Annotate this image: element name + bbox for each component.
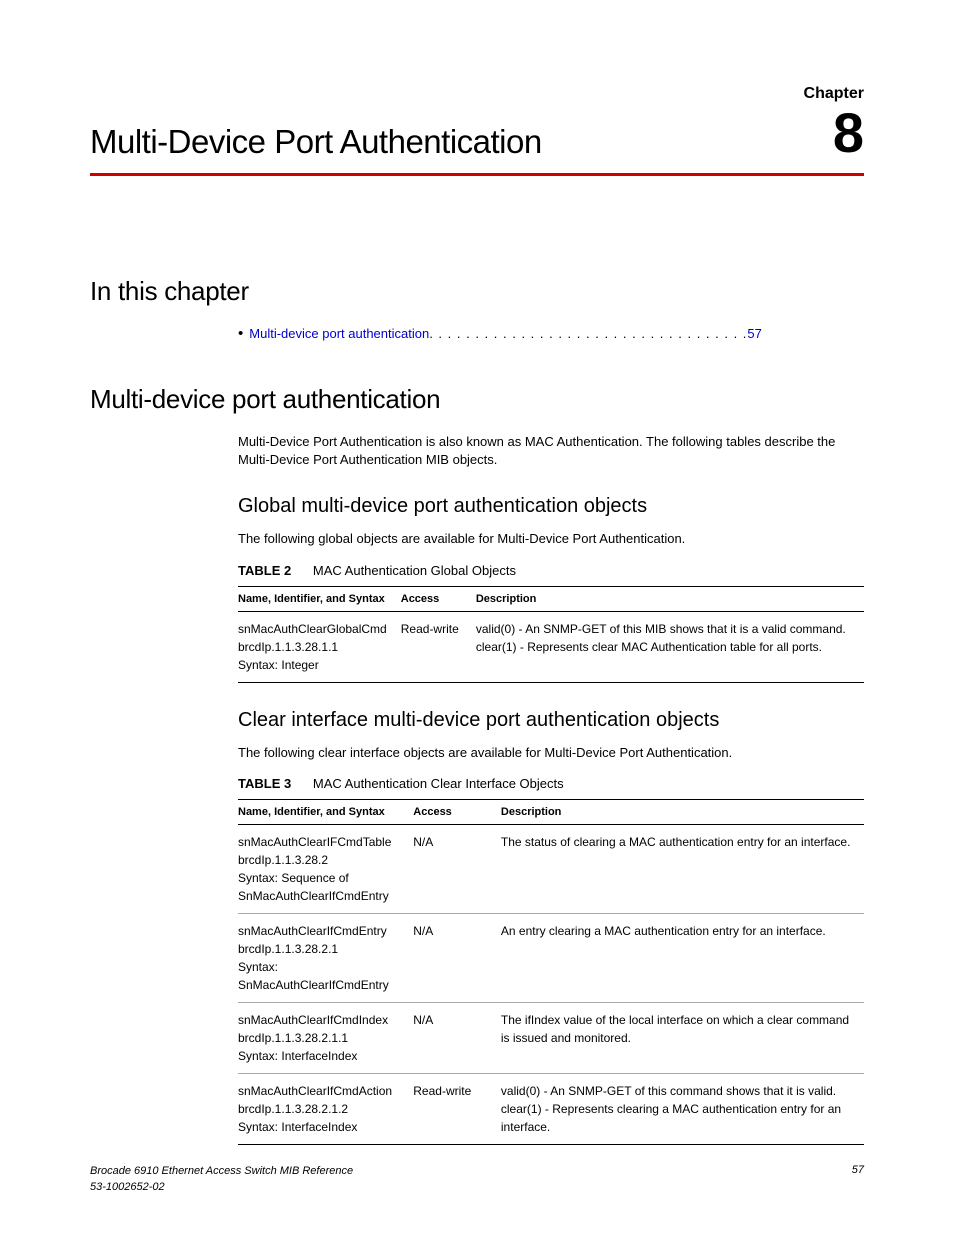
table2-caption: TABLE 2 MAC Authentication Global Object… — [238, 563, 864, 578]
table-row: snMacAuthClearIfCmdActionbrcdIp.1.1.3.28… — [238, 1073, 864, 1144]
title-rule — [90, 173, 864, 176]
table3-caption: TABLE 3 MAC Authentication Clear Interfa… — [238, 776, 864, 791]
table-row: snMacAuthClearGlobalCmdbrcdIp.1.1.3.28.1… — [238, 611, 864, 682]
th-access: Access — [401, 586, 476, 611]
heading-multi-device: Multi-device port authentication — [90, 384, 864, 415]
toc-link[interactable]: Multi-device port authentication — [249, 326, 429, 341]
th-name: Name, Identifier, and Syntax — [238, 586, 401, 611]
page-footer: Brocade 6910 Ethernet Access Switch MIB … — [90, 1164, 864, 1195]
table2-label: TABLE 2 — [238, 563, 291, 578]
heading-in-this-chapter: In this chapter — [90, 276, 864, 307]
table-row: snMacAuthClearIfCmdIndexbrcdIp.1.1.3.28.… — [238, 1002, 864, 1073]
section-intro: Multi-Device Port Authentication is also… — [238, 433, 864, 469]
toc-item: • Multi-device port authentication . . .… — [238, 325, 864, 342]
toc-dots: . . . . . . . . . . . . . . . . . . . . … — [429, 326, 747, 341]
cell-name: snMacAuthClearGlobalCmdbrcdIp.1.1.3.28.1… — [238, 611, 401, 682]
cell-access: N/A — [413, 824, 501, 913]
cell-desc: valid(0) - An SNMP-GET of this MIB shows… — [476, 611, 864, 682]
table-clear-interface: Name, Identifier, and Syntax Access Desc… — [238, 799, 864, 1145]
bullet-icon: • — [238, 325, 243, 342]
cell-desc: valid(0) - An SNMP-GET of this command s… — [501, 1073, 864, 1144]
table3-title: MAC Authentication Clear Interface Objec… — [313, 776, 564, 791]
th-desc: Description — [476, 586, 864, 611]
cell-name: snMacAuthClearIfCmdActionbrcdIp.1.1.3.28… — [238, 1073, 413, 1144]
footer-doc-number: 53-1002652-02 — [90, 1181, 165, 1193]
th-name: Name, Identifier, and Syntax — [238, 799, 413, 824]
table-row: snMacAuthClearIfCmdEntrybrcdIp.1.1.3.28.… — [238, 913, 864, 1002]
heading-global-objects: Global multi-device port authentication … — [238, 495, 864, 518]
cell-desc: The status of clearing a MAC authenticat… — [501, 824, 864, 913]
table-row: snMacAuthClearIFCmdTablebrcdIp.1.1.3.28.… — [238, 824, 864, 913]
cell-name: snMacAuthClearIfCmdIndexbrcdIp.1.1.3.28.… — [238, 1002, 413, 1073]
cell-access: Read-write — [413, 1073, 501, 1144]
table-global-objects: Name, Identifier, and Syntax Access Desc… — [238, 586, 864, 683]
sub1-intro: The following global objects are availab… — [238, 530, 864, 548]
cell-desc: The ifIndex value of the local interface… — [501, 1002, 864, 1073]
th-desc: Description — [501, 799, 864, 824]
footer-page-number: 57 — [852, 1164, 864, 1195]
chapter-number: 8 — [804, 105, 864, 161]
cell-name: snMacAuthClearIFCmdTablebrcdIp.1.1.3.28.… — [238, 824, 413, 913]
cell-access: Read-write — [401, 611, 476, 682]
cell-access: N/A — [413, 913, 501, 1002]
th-access: Access — [413, 799, 501, 824]
page-title: Multi-Device Port Authentication — [90, 123, 542, 161]
sub2-intro: The following clear interface objects ar… — [238, 744, 864, 762]
table2-title: MAC Authentication Global Objects — [313, 563, 516, 578]
footer-doc-title: Brocade 6910 Ethernet Access Switch MIB … — [90, 1165, 353, 1177]
table3-label: TABLE 3 — [238, 776, 291, 791]
cell-access: N/A — [413, 1002, 501, 1073]
heading-clear-interface: Clear interface multi-device port authen… — [238, 709, 864, 732]
toc-page[interactable]: 57 — [747, 326, 761, 341]
cell-desc: An entry clearing a MAC authentication e… — [501, 913, 864, 1002]
cell-name: snMacAuthClearIfCmdEntrybrcdIp.1.1.3.28.… — [238, 913, 413, 1002]
